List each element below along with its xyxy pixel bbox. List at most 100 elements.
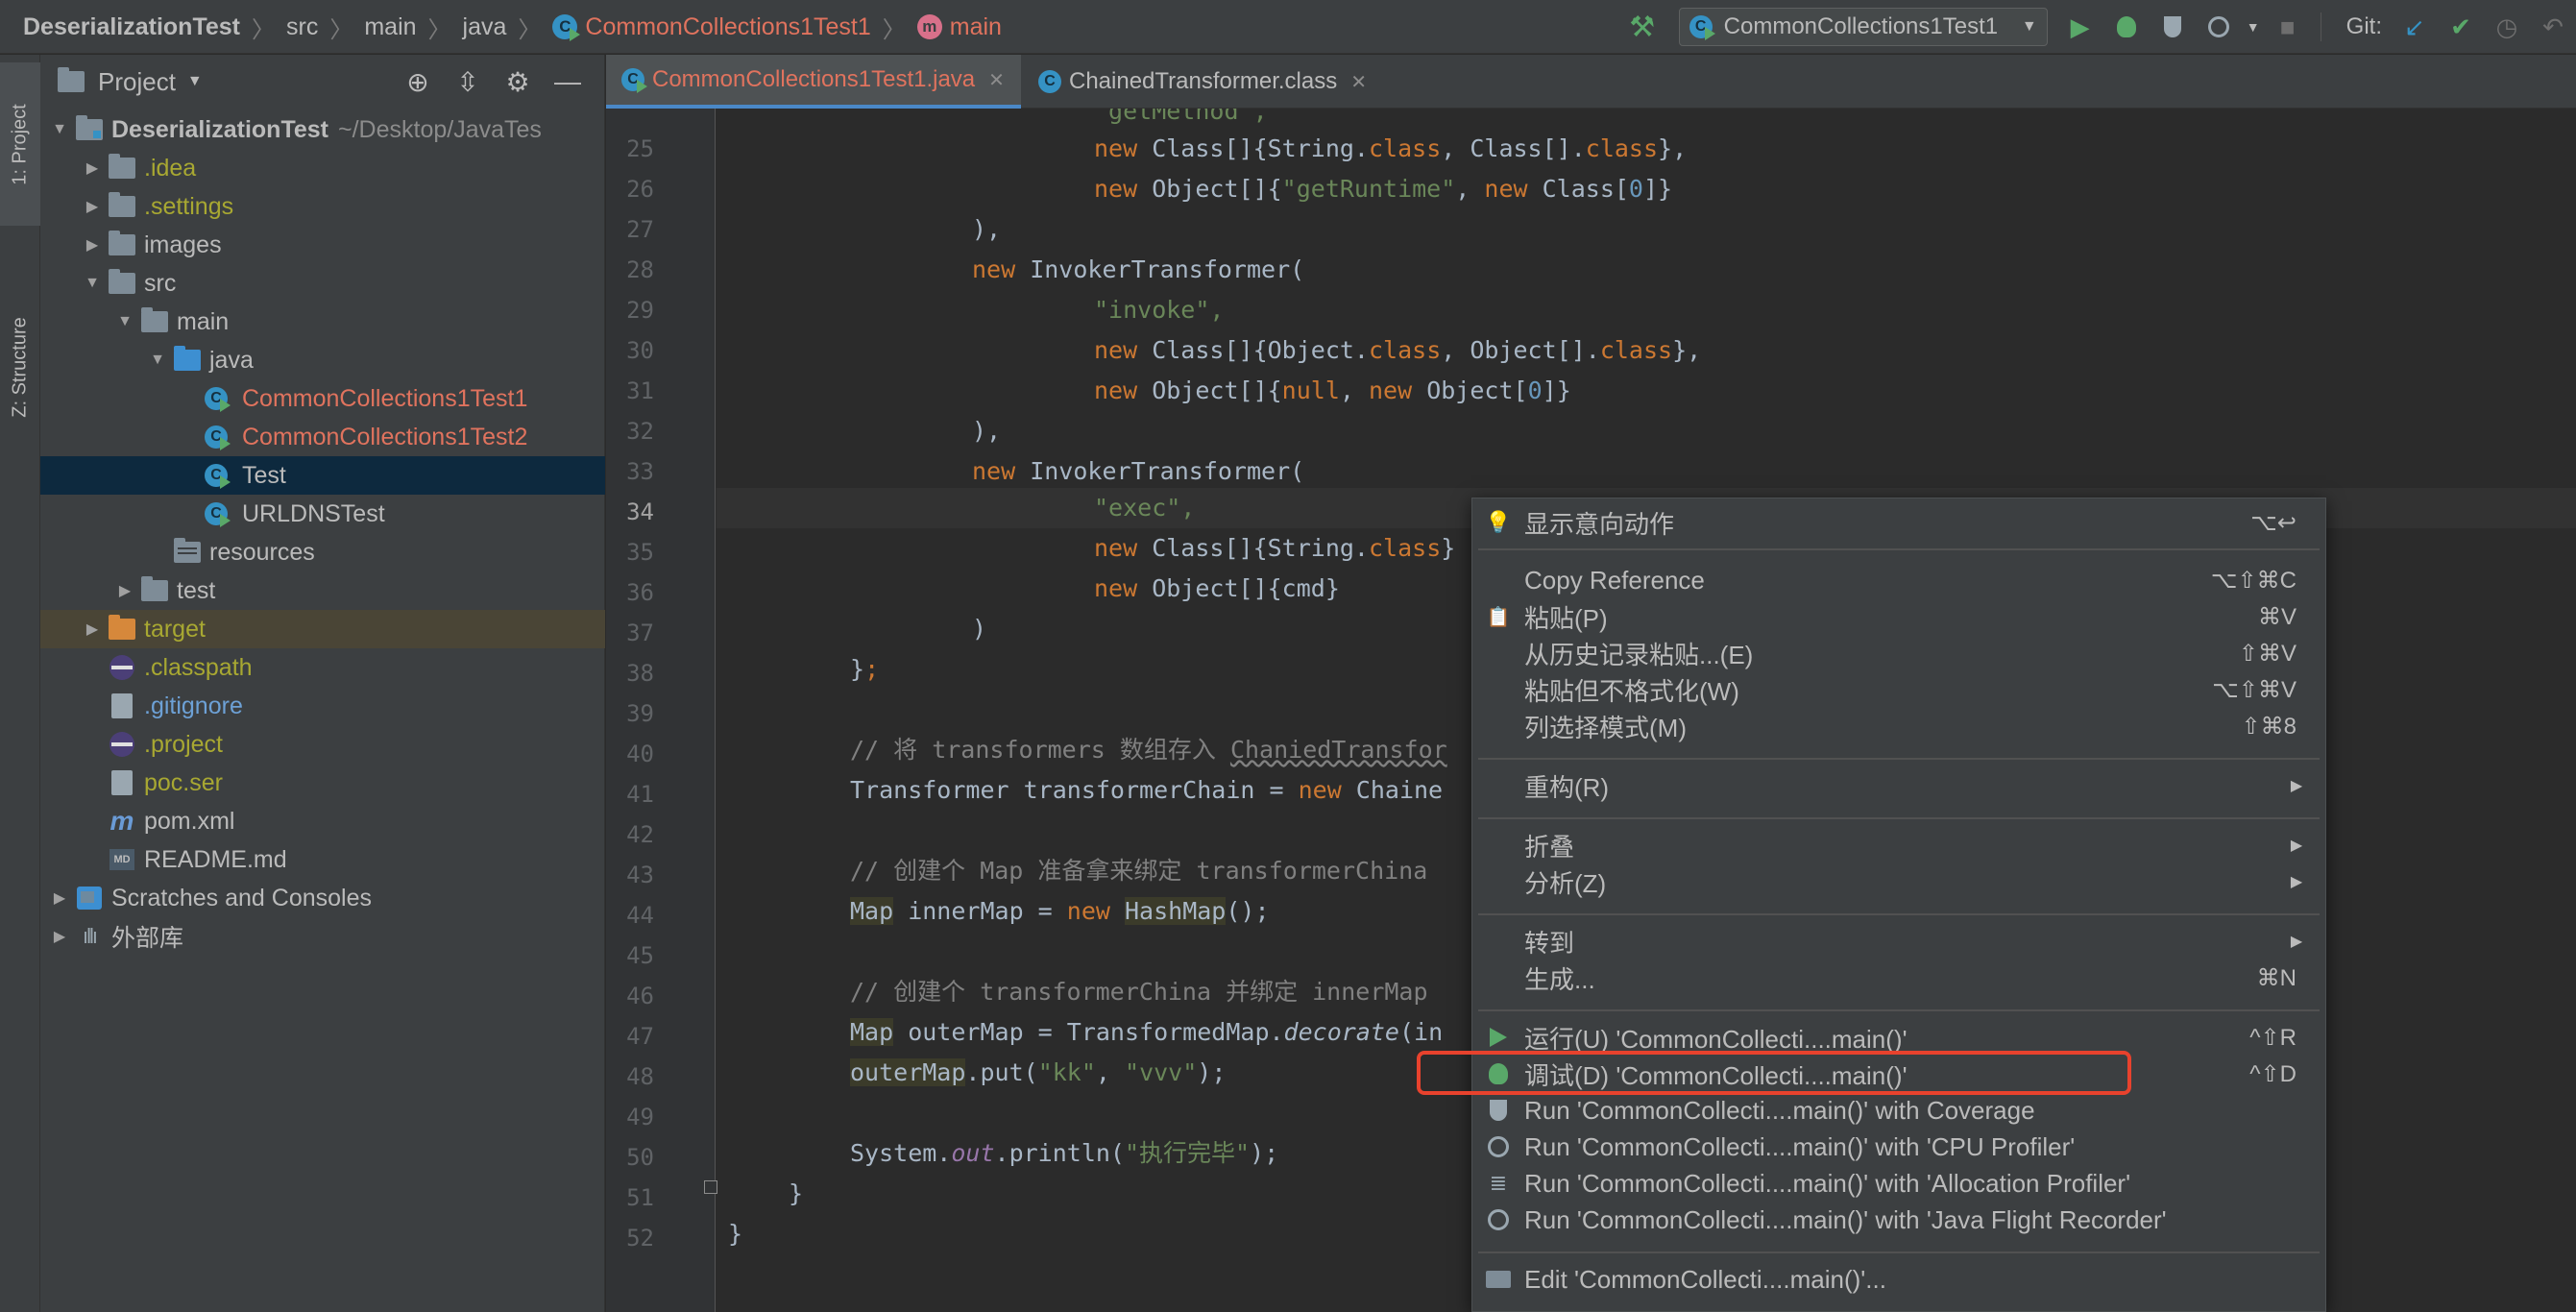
run-configuration-select[interactable]: CommonCollections1Test1 ▼	[1678, 8, 2048, 46]
maven-icon: m	[109, 806, 134, 836]
expand-arrow-icon[interactable]: ▶	[79, 620, 106, 639]
menu-item-run-with-coverage[interactable]: Run 'CommonCollecti....main()' with Cove…	[1472, 1092, 2325, 1129]
tree-item-external-libraries[interactable]: ▶ ıllı 外部库	[40, 917, 605, 956]
git-commit-icon[interactable]: ✔	[2438, 0, 2484, 54]
tree-item-test-folder[interactable]: ▶ test	[40, 571, 605, 610]
git-rollback-icon[interactable]: ↶	[2530, 0, 2576, 54]
menu-item-run-with-allocation-profiler[interactable]: ≣ Run 'CommonCollecti....main()' with 'A…	[1472, 1165, 2325, 1202]
close-icon[interactable]: ✕	[988, 68, 1005, 92]
menu-item-edit-configuration[interactable]: Edit 'CommonCollecti....main()'...	[1472, 1261, 2325, 1298]
tree-item-resources[interactable]: resources	[40, 533, 605, 571]
build-hammer-icon[interactable]: ⚒	[1619, 0, 1665, 54]
expand-arrow-icon[interactable]: ▶	[46, 927, 73, 946]
tree-item-scratches[interactable]: ▶ Scratches and Consoles	[40, 879, 605, 917]
breadcrumb-class[interactable]: CommonCollections1Test1	[585, 13, 870, 41]
project-tool-tab[interactable]: 1: Project	[0, 62, 40, 226]
coverage-icon[interactable]	[2150, 0, 2196, 54]
breadcrumb-main[interactable]: main	[364, 13, 416, 41]
tree-item-commoncollections1test2[interactable]: CommonCollections1Test2	[40, 418, 605, 456]
menu-item-show-intention-actions[interactable]: 💡 显示意向动作 ⌥↩	[1472, 504, 2325, 541]
menu-item-copy-reference[interactable]: Copy Reference ⌥⇧⌘C	[1472, 562, 2325, 598]
structure-tool-tab[interactable]: Z: Structure	[0, 276, 40, 458]
line-number: 52	[626, 1225, 654, 1251]
tree-item-pom-xml[interactable]: m pom.xml	[40, 802, 605, 840]
expand-arrow-icon[interactable]: ▼	[79, 275, 106, 292]
tab-commoncollections1test1[interactable]: CommonCollections1Test1.java ✕	[606, 55, 1021, 109]
tree-item-project-file[interactable]: .project	[40, 725, 605, 764]
menu-item-generate[interactable]: 生成... ⌘N	[1472, 960, 2325, 996]
code-line: // 创建个 transformerChina 并绑定 innerMap	[850, 978, 1428, 1006]
tab-chainedtransformer[interactable]: ChainedTransformer.class ✕	[1023, 55, 1419, 109]
tree-item-classpath[interactable]: .classpath	[40, 648, 605, 687]
breadcrumb-java[interactable]: java	[463, 13, 507, 41]
tree-item-label: .project	[144, 730, 223, 758]
tree-item-gitignore[interactable]: .gitignore	[40, 687, 605, 725]
menu-item-goto[interactable]: 转到 ▶	[1472, 923, 2325, 960]
stop-icon[interactable]: ■	[2265, 0, 2311, 54]
code-line: new InvokerTransformer(	[972, 255, 1305, 283]
git-history-icon[interactable]: ◷	[2484, 0, 2530, 54]
expand-arrow-icon[interactable]: ▶	[79, 158, 106, 178]
menu-item-paste-from-history[interactable]: 从历史记录粘贴...(E) ⇧⌘V	[1472, 635, 2325, 671]
code-line: )	[972, 615, 987, 643]
expand-arrow-icon[interactable]: ▶	[79, 235, 106, 255]
hide-icon[interactable]: —	[543, 66, 593, 97]
tree-item-label: 外部库	[111, 925, 184, 952]
breadcrumb-src[interactable]: src	[286, 13, 318, 41]
project-panel-title[interactable]: Project	[98, 67, 176, 97]
tree-item-test-class[interactable]: Test	[40, 456, 605, 495]
tree-item-urldnstest[interactable]: URLDNSTest	[40, 495, 605, 533]
close-icon[interactable]: ✕	[1350, 70, 1367, 94]
allocation-profiler-icon: ≣	[1489, 1171, 1508, 1195]
gear-icon[interactable]: ⚙	[493, 66, 543, 98]
chevron-down-icon[interactable]: ▼	[2242, 0, 2265, 54]
breadcrumb: DeserializationTest 〉 src 〉 main 〉 java …	[23, 0, 1002, 54]
tree-item-label: .idea	[144, 154, 197, 182]
menu-item-run-with-cpu-profiler[interactable]: Run 'CommonCollecti....main()' with 'CPU…	[1472, 1129, 2325, 1165]
expand-arrow-icon[interactable]: ▶	[111, 581, 138, 600]
menu-item-analyze[interactable]: 分析(Z) ▶	[1472, 863, 2325, 900]
menu-item-paste[interactable]: 📋 粘贴(P) ⌘V	[1472, 598, 2325, 635]
locate-icon[interactable]: ⊕	[393, 66, 443, 98]
expand-arrow-icon[interactable]: ▼	[144, 352, 171, 369]
tree-item-commoncollections1test1[interactable]: CommonCollections1Test1	[40, 379, 605, 418]
expand-arrow-icon[interactable]: ▶	[79, 197, 106, 216]
tree-item-readme[interactable]: MD README.md	[40, 840, 605, 879]
menu-item-folding[interactable]: 折叠 ▶	[1472, 827, 2325, 863]
code-line: new Class[]{String.class}	[1094, 534, 1456, 562]
tree-item-label: test	[177, 576, 216, 604]
expand-arrow-icon[interactable]: ▶	[46, 888, 73, 908]
tree-item-java[interactable]: ▼ java	[40, 341, 605, 379]
class-icon	[1038, 70, 1061, 93]
menu-item-run[interactable]: 运行(U) 'CommonCollecti....main()' ^⇧R	[1472, 1019, 2325, 1056]
tree-item-project-root[interactable]: ▼ DeserializationTest ~/Desktop/JavaTes	[40, 110, 605, 149]
tree-item-target[interactable]: ▶ target	[40, 610, 605, 648]
menu-item-run-with-flight-recorder[interactable]: Run 'CommonCollecti....main()' with 'Jav…	[1472, 1202, 2325, 1238]
tree-item-src[interactable]: ▼ src	[40, 264, 605, 303]
tree-item-settings[interactable]: ▶ .settings	[40, 187, 605, 226]
menu-item-column-selection[interactable]: 列选择模式(M) ⇧⌘8	[1472, 708, 2325, 744]
run-icon[interactable]: ▶	[2057, 0, 2103, 54]
folder-icon	[141, 307, 168, 332]
menu-item-refactor[interactable]: 重构(R) ▶	[1472, 767, 2325, 804]
breadcrumb-method[interactable]: main	[950, 13, 1002, 41]
tree-item-main[interactable]: ▼ main	[40, 303, 605, 341]
breadcrumb-project[interactable]: DeserializationTest	[23, 13, 240, 41]
class-icon	[205, 464, 231, 489]
expand-arrow-icon[interactable]: ▼	[111, 313, 138, 330]
menu-item-debug[interactable]: 调试(D) 'CommonCollecti....main()' ^⇧D	[1472, 1056, 2325, 1092]
tree-item-images[interactable]: ▶ images	[40, 226, 605, 264]
submenu-arrow-icon: ▶	[2290, 778, 2303, 794]
chevron-down-icon[interactable]: ▼	[187, 73, 203, 90]
tree-item-idea[interactable]: ▶ .idea	[40, 149, 605, 187]
tab-label: CommonCollections1Test1.java	[652, 66, 976, 92]
expand-arrow-icon[interactable]: ▼	[46, 121, 73, 138]
tree-item-poc-ser[interactable]: poc.ser	[40, 764, 605, 802]
git-update-icon[interactable]: ↙	[2392, 0, 2438, 54]
menu-item-paste-simple[interactable]: 粘贴但不格式化(W) ⌥⇧⌘V	[1472, 671, 2325, 708]
module-folder-icon	[76, 115, 103, 140]
profiler-icon[interactable]	[2196, 0, 2242, 54]
collapse-all-icon[interactable]: ⇳	[443, 66, 493, 98]
fold-marker-icon[interactable]	[704, 1180, 717, 1194]
debug-icon[interactable]	[2103, 0, 2150, 54]
